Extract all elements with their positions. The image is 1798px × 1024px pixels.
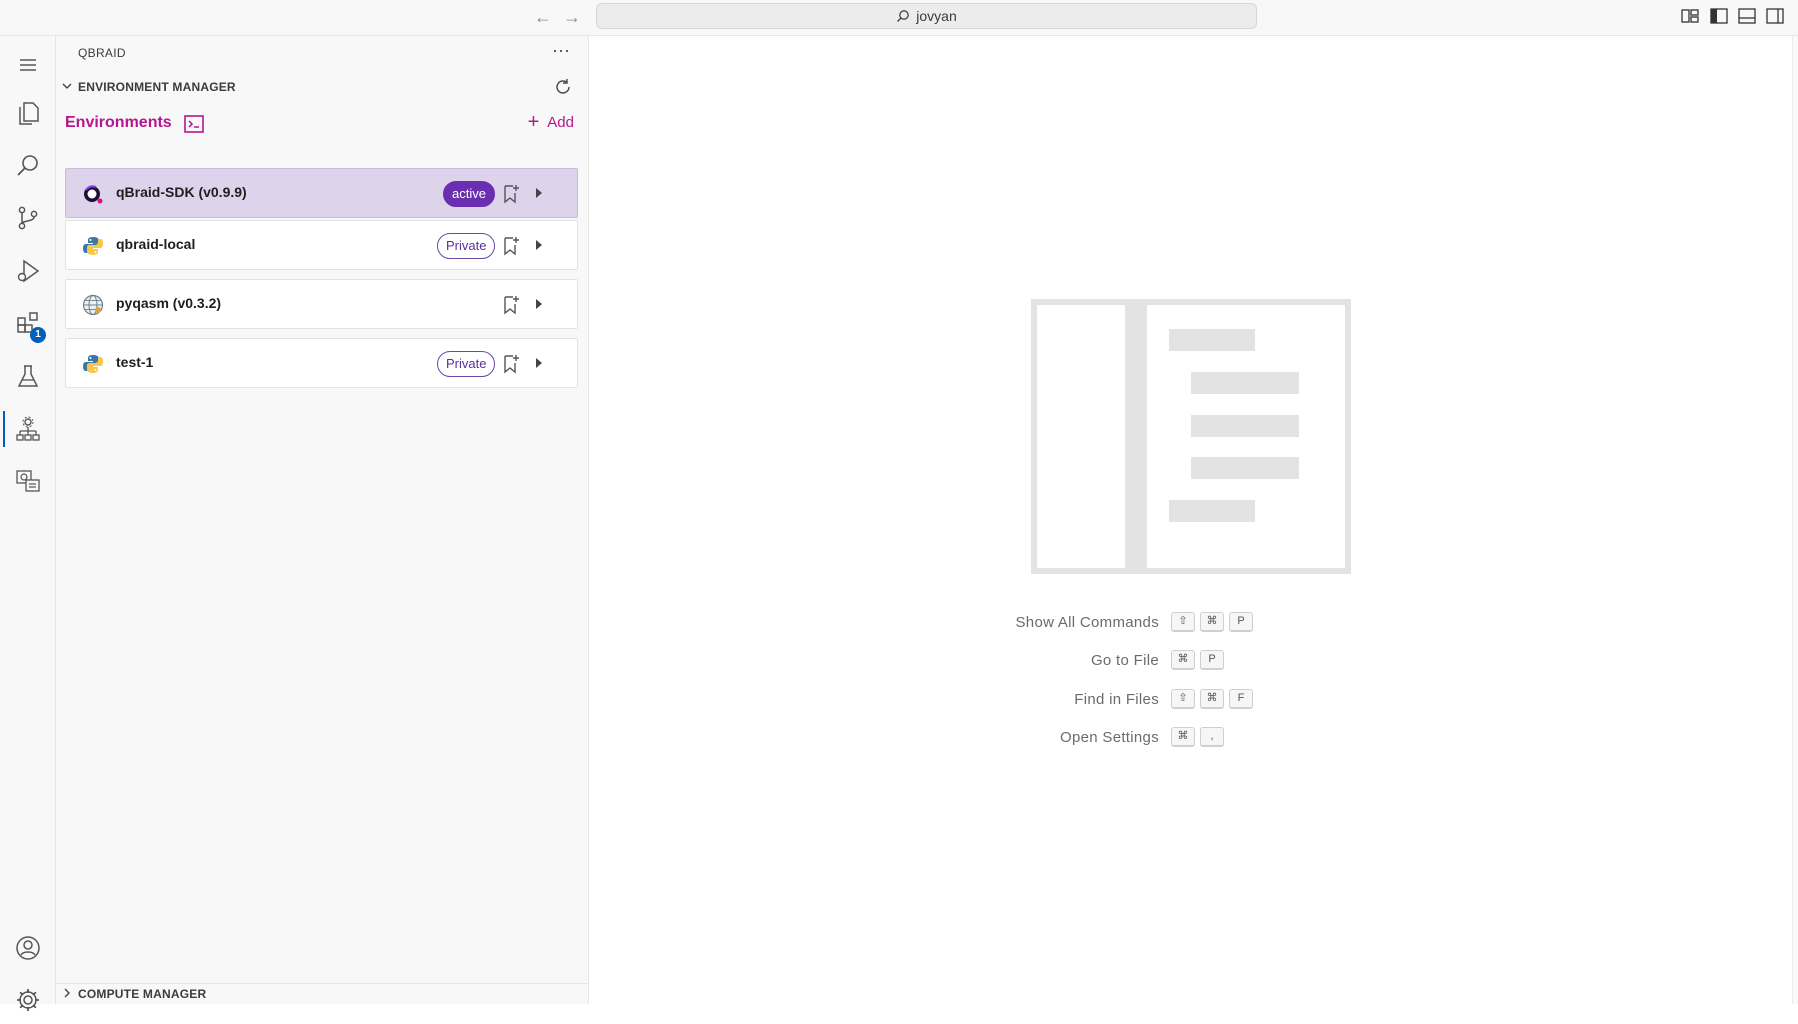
environments-title: Environments — [65, 114, 172, 131]
add-environment-button[interactable]: + Add — [527, 111, 574, 133]
expand-caret-icon[interactable] — [534, 238, 544, 252]
shortcut-key: F — [1229, 689, 1253, 709]
compute-manager-label: COMPUTE MANAGER — [78, 987, 207, 1001]
quantum-devices-icon[interactable] — [0, 457, 56, 505]
shortcut-key: ⌘ — [1200, 612, 1224, 632]
shortcut-key: ⇧ — [1171, 612, 1195, 632]
shortcut-key: ⌘ — [1171, 727, 1195, 747]
extensions-icon[interactable]: 1 — [0, 299, 56, 347]
account-icon[interactable] — [0, 924, 56, 972]
toggle-panel-icon[interactable] — [1737, 7, 1757, 25]
shortcut-key: P — [1229, 612, 1253, 632]
bookmark-add-icon[interactable] — [502, 184, 520, 204]
forward-arrow-icon[interactable]: → — [561, 6, 583, 28]
settings-gear-icon[interactable] — [0, 976, 56, 1024]
shortcut-keys: ⌘ , — [1171, 727, 1224, 747]
env-name: qbraid-local — [116, 236, 196, 252]
shortcut-keys: ⌘ P — [1171, 650, 1224, 670]
python-icon — [83, 355, 103, 373]
env-card-qbraid-local[interactable]: qbraid-local Private — [65, 220, 578, 270]
expand-caret-icon[interactable] — [534, 356, 544, 370]
env-card-pyqasm[interactable]: pyqasm (v0.3.2) — [65, 279, 578, 329]
shortcut-key: P — [1200, 650, 1224, 670]
sidebar-title: QBRAID — [78, 46, 126, 60]
shortcut-row[interactable]: Show All Commands ⇧ ⌘ P — [890, 611, 1490, 635]
vscode-watermark-logo — [1031, 299, 1351, 574]
source-control-icon[interactable] — [0, 194, 56, 242]
status-badge-active: active — [443, 181, 495, 207]
shortcut-key: ⇧ — [1171, 689, 1195, 709]
shortcut-label: Show All Commands — [1015, 614, 1159, 631]
environment-manager-section-header[interactable]: ENVIRONMENT MANAGER — [56, 76, 589, 98]
bookmark-add-icon[interactable] — [502, 354, 520, 374]
chevron-right-icon — [56, 988, 78, 1001]
bookmark-add-icon[interactable] — [502, 236, 520, 256]
shortcut-keys: ⇧ ⌘ F — [1171, 689, 1253, 709]
status-badge-private: Private — [437, 233, 496, 259]
primary-sidebar: QBRAID ··· ENVIRONMENT MANAGER Environme… — [56, 36, 589, 1004]
shortcut-keys: ⇧ ⌘ P — [1171, 612, 1253, 632]
command-center-text: jovyan — [916, 8, 957, 24]
pyqasm-icon — [82, 294, 104, 316]
expand-caret-icon[interactable] — [534, 297, 544, 311]
search-icon[interactable] — [0, 142, 56, 190]
terminal-icon[interactable] — [184, 115, 204, 133]
shortcut-label: Find in Files — [1074, 691, 1159, 708]
python-icon — [83, 237, 103, 255]
shortcut-key: ⌘ — [1200, 689, 1224, 709]
chevron-down-icon — [56, 81, 78, 93]
env-name: test-1 — [116, 354, 154, 370]
shortcut-label: Open Settings — [1060, 729, 1159, 746]
env-name: qBraid-SDK (v0.9.9) — [116, 184, 247, 200]
bookmark-add-icon[interactable] — [502, 295, 520, 315]
search-icon — [897, 10, 910, 22]
env-card-qbraid-sdk[interactable]: qBraid-SDK (v0.9.9) active — [65, 168, 578, 218]
shortcut-key: , — [1200, 727, 1224, 747]
shortcut-key: ⌘ — [1171, 650, 1195, 670]
shortcut-row[interactable]: Find in Files ⇧ ⌘ F — [890, 688, 1490, 712]
extensions-badge: 1 — [30, 327, 46, 343]
status-badge-private: Private — [437, 351, 496, 377]
shortcut-label: Go to File — [1090, 652, 1159, 669]
refresh-icon[interactable] — [552, 76, 574, 98]
more-actions-icon[interactable]: ··· — [552, 40, 570, 61]
customize-layout-icon[interactable] — [1680, 7, 1700, 25]
explorer-icon[interactable] — [0, 89, 56, 137]
back-arrow-icon[interactable]: ← — [532, 6, 554, 28]
env-name: pyqasm (v0.3.2) — [116, 295, 222, 311]
shortcut-row[interactable]: Go to File ⌘ P — [890, 649, 1490, 673]
activity-bar: 1 — [0, 36, 56, 1011]
shortcut-row[interactable]: Open Settings ⌘ , — [890, 726, 1490, 750]
qbraid-logo-icon — [84, 185, 103, 204]
toggle-secondary-sidebar-icon[interactable] — [1765, 7, 1785, 25]
editor-area: Show All Commands ⇧ ⌘ P Go to File ⌘ P F… — [590, 36, 1798, 1004]
command-center-search[interactable]: jovyan — [596, 3, 1257, 29]
add-label: Add — [547, 113, 574, 131]
env-card-test-1[interactable]: test-1 Private — [65, 338, 578, 388]
plus-icon: + — [527, 111, 540, 133]
environment-manager-label: ENVIRONMENT MANAGER — [78, 80, 236, 94]
qbraid-env-icon[interactable] — [0, 405, 56, 453]
menu-icon[interactable] — [0, 41, 56, 89]
editor-scrollbar[interactable] — [1792, 36, 1798, 1004]
expand-caret-icon[interactable] — [534, 186, 544, 200]
title-bar: ← → jovyan — [0, 0, 1798, 36]
run-debug-icon[interactable] — [0, 247, 56, 295]
testing-icon[interactable] — [0, 352, 56, 400]
toggle-primary-sidebar-icon[interactable] — [1709, 7, 1729, 25]
compute-manager-section-header[interactable]: COMPUTE MANAGER — [56, 983, 589, 1004]
